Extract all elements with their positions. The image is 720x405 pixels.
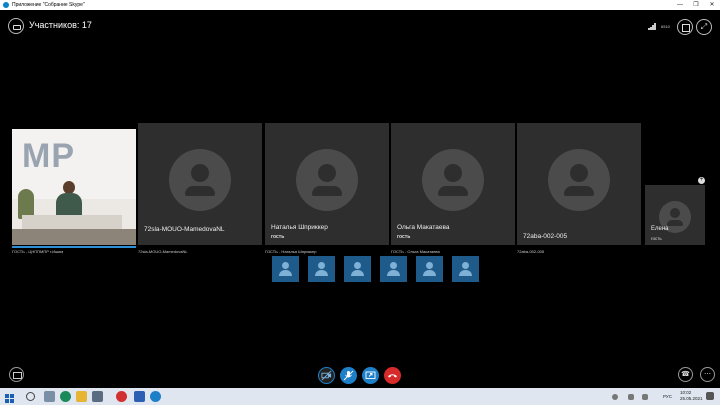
window-title: Приложение "Собрание Skype": [12, 2, 85, 8]
participant-caption: 72sla-MOUO-MamedovaNL: [138, 249, 188, 254]
participant-thumbnail[interactable]: [308, 256, 335, 282]
hang-up-icon: [388, 374, 397, 378]
participant-caption: ГОСТЬ - Ольга Макатаева: [391, 249, 440, 254]
video-wall-logo: МР: [22, 137, 75, 175]
participants-count: Участников: 17: [29, 20, 92, 30]
participant-tile[interactable]: Ольга Макатаева гость: [391, 123, 515, 245]
windows-start-icon[interactable]: [4, 391, 15, 403]
signal-strength-icon: [648, 23, 656, 30]
store-icon[interactable]: [92, 391, 103, 402]
participant-thumbnail[interactable]: [452, 256, 479, 282]
camera-toggle-button[interactable]: [318, 367, 335, 384]
participant-name: 72aba-002-005: [523, 233, 568, 240]
window-title-bar: Приложение "Собрание Skype" — ❐ ✕: [0, 0, 720, 10]
video-desk: [22, 215, 122, 229]
participant-tile[interactable]: 72aba-002-005: [517, 123, 641, 245]
close-button[interactable]: ✕: [704, 0, 720, 10]
share-screen-icon: [365, 371, 376, 379]
yandex-browser-icon[interactable]: [116, 391, 127, 402]
volume-icon[interactable]: [642, 394, 648, 400]
participant-name: Ольга Макатаева: [397, 224, 450, 231]
windows-taskbar: РУС 10:02 25.05.2021: [0, 388, 720, 405]
more-options-icon[interactable]: ⋯: [700, 367, 715, 382]
layout-view-icon[interactable]: [677, 19, 693, 35]
participant-thumbnail[interactable]: [272, 256, 299, 282]
mute-button[interactable]: [340, 367, 357, 384]
participant-caption: 72aba-002-005: [517, 249, 545, 254]
participants-icon[interactable]: [8, 18, 24, 34]
avatar-placeholder-icon: [548, 149, 610, 211]
meeting-header: Участников: 17 6510 ⤢: [0, 14, 720, 40]
file-explorer-icon[interactable]: [76, 391, 87, 402]
language-indicator[interactable]: РУС: [663, 394, 672, 405]
participant-tile-small[interactable]: Елена гость: [645, 185, 705, 245]
search-icon[interactable]: [26, 392, 35, 401]
microphone-muted-icon: [343, 370, 354, 381]
skype-taskbar-icon[interactable]: [150, 391, 161, 402]
edge-browser-icon[interactable]: [60, 391, 71, 402]
call-quality-text: 6510: [661, 24, 670, 29]
participant-thumbnail[interactable]: [380, 256, 407, 282]
participant-thumbnail[interactable]: [344, 256, 371, 282]
clock[interactable]: 10:02 25.05.2021: [680, 390, 703, 405]
call-controls-icon[interactable]: ☎: [678, 367, 693, 382]
participant-name: 72sla-MOUO-MamedovaNL: [144, 226, 225, 233]
hang-up-button[interactable]: [384, 367, 401, 384]
skype-meeting-window: Приложение "Собрание Skype" — ❐ ✕ Участн…: [0, 0, 720, 405]
notification-icon[interactable]: [706, 392, 714, 400]
avatar-placeholder-icon: [296, 149, 358, 211]
word-icon[interactable]: [134, 391, 145, 402]
avatar-placeholder-icon: [422, 149, 484, 211]
network-icon[interactable]: [628, 394, 634, 400]
avatar-placeholder-icon: [169, 149, 231, 211]
participant-name: Наталья Шприккер: [271, 224, 328, 231]
participant-caption: ГОСТЬ - Наталья Шприккер: [265, 249, 317, 254]
share-content-button[interactable]: [362, 367, 379, 384]
video-feed-tile[interactable]: МР: [12, 129, 136, 245]
tray-icon[interactable]: [612, 394, 618, 400]
participant-thumbnail[interactable]: [416, 256, 443, 282]
clock-date: 25.05.2021: [680, 396, 703, 401]
participant-role: гость: [271, 234, 285, 240]
expand-gallery-icon[interactable]: +: [698, 177, 705, 184]
participant-role: гость: [397, 234, 411, 240]
chat-icon[interactable]: [9, 367, 24, 382]
maximize-button[interactable]: ❐: [688, 0, 704, 10]
active-speaker-indicator: [12, 246, 136, 248]
task-view-icon[interactable]: [44, 391, 55, 402]
fullscreen-icon[interactable]: ⤢: [696, 19, 712, 35]
camera-off-icon: [321, 370, 332, 381]
participant-role: гость: [651, 236, 662, 241]
skype-app-icon: [3, 2, 9, 8]
participant-tile[interactable]: Наталья Шприккер гость: [265, 123, 389, 245]
video-floor: [12, 229, 136, 245]
participant-tile[interactable]: 72sla-MOUO-MamedovaNL: [138, 123, 262, 245]
minimize-button[interactable]: —: [672, 0, 688, 10]
video-tile-caption: ГОСТЬ - ЦНППМПР г.Ишим: [12, 249, 64, 254]
participant-name: Елена: [651, 226, 669, 232]
